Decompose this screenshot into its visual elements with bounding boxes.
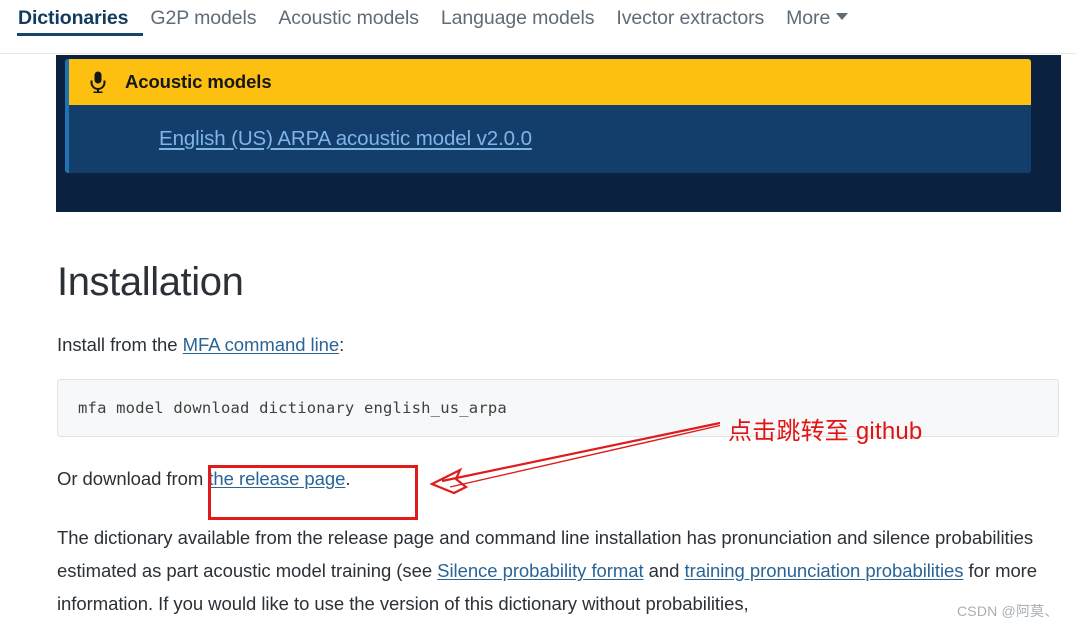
training-pronunciation-probabilities-link[interactable]: training pronunciation probabilities	[685, 560, 964, 581]
active-tab-indicator	[17, 33, 143, 36]
tab-language-models[interactable]: Language models	[430, 0, 606, 37]
nav-tab-list: Dictionaries G2P models Acoustic models …	[16, 0, 859, 37]
install-prefix-text: Install from the	[57, 334, 183, 355]
release-prefix-text: Or download from	[57, 468, 208, 489]
tab-g2p-models[interactable]: G2P models	[139, 0, 267, 37]
card-body: English (US) ARPA acoustic model v2.0.0	[69, 105, 1031, 173]
code-block-text: mfa model download dictionary english_us…	[58, 399, 507, 417]
chevron-down-icon	[836, 13, 848, 20]
release-suffix-text: .	[345, 468, 350, 489]
release-page-link[interactable]: the release page	[208, 468, 345, 489]
acoustic-models-panel: Acoustic models English (US) ARPA acoust…	[56, 55, 1061, 212]
tab-ivector-extractors[interactable]: Ivector extractors	[605, 0, 775, 37]
dict-text-mid: and	[644, 560, 685, 581]
annotation-text: 点击跳转至 github	[728, 411, 922, 446]
card-header: Acoustic models	[69, 59, 1031, 105]
top-navigation-bar: Dictionaries G2P models Acoustic models …	[0, 0, 1076, 54]
tab-dictionaries[interactable]: Dictionaries	[16, 0, 139, 37]
microphone-icon	[89, 71, 107, 93]
watermark: CSDN @阿莫、	[957, 601, 1059, 621]
acoustic-models-card: Acoustic models English (US) ARPA acoust…	[65, 59, 1031, 173]
mfa-command-line-link[interactable]: MFA command line	[183, 334, 340, 355]
dictionary-description-paragraph: The dictionary available from the releas…	[57, 495, 1057, 620]
tab-more[interactable]: More	[775, 0, 859, 37]
install-instruction-paragraph: Install from the MFA command line:	[57, 302, 1062, 361]
page-title: Installation	[57, 212, 1062, 302]
tab-acoustic-models[interactable]: Acoustic models	[267, 0, 429, 37]
card-title: Acoustic models	[125, 71, 272, 93]
install-suffix-text: :	[339, 334, 344, 355]
acoustic-model-link[interactable]: English (US) ARPA acoustic model v2.0.0	[159, 127, 532, 151]
tab-more-label: More	[786, 7, 830, 29]
silence-probability-format-link[interactable]: Silence probability format	[437, 560, 643, 581]
